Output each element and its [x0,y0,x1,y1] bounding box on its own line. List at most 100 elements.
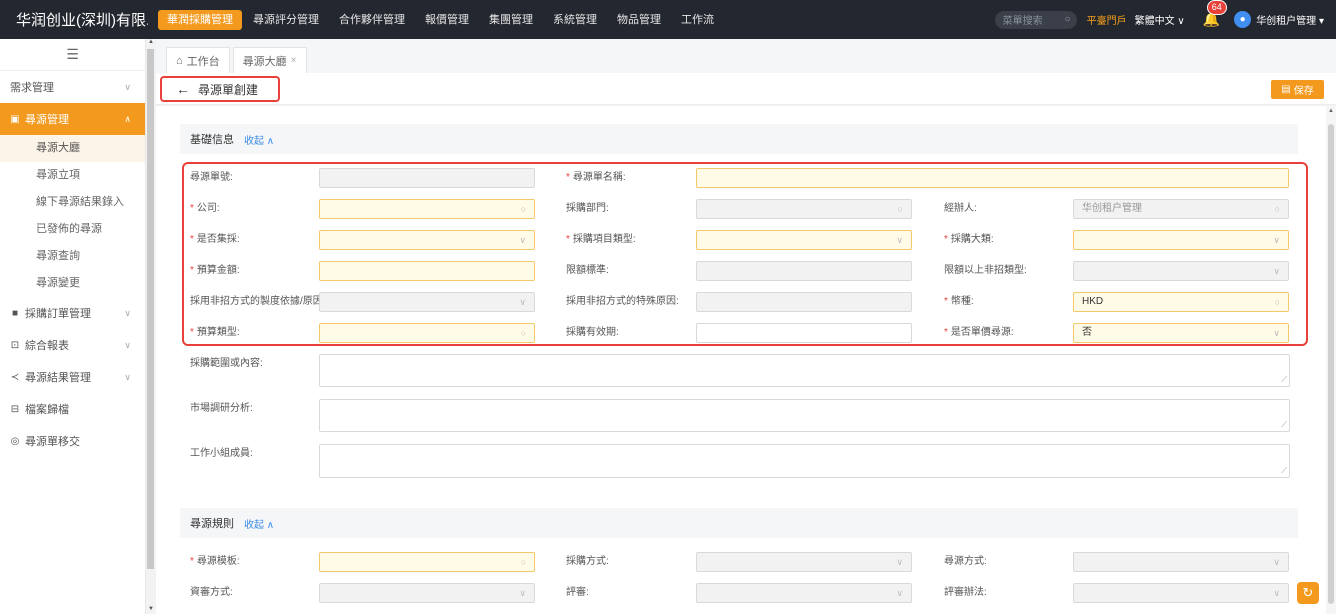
team-textarea[interactable]: ⟋ [319,444,1290,478]
source-method-select[interactable]: ∨ [1073,552,1289,572]
page-title: 尋源單創建 [198,82,259,97]
nav-procurement[interactable]: 華潤採購管理 [158,9,242,30]
resize-grip-icon[interactable]: ⟋ [1281,420,1287,430]
label-company: * 公司: [190,203,220,214]
sidebar-scrollbar[interactable]: ▲ ▼ [146,39,155,614]
label-source-name: * 尋源單名稱: [566,172,626,183]
sidebar-item-transfer[interactable]: ◎ 尋源單移交 [0,425,145,457]
collapse-toggle[interactable]: 收起 ∧ [244,516,274,531]
sidebar-item-label: 需求管理 [10,82,54,94]
label-budget-type: * 預算類型: [190,327,240,338]
search-icon[interactable]: ○ [521,553,526,571]
sidebar-sub-project[interactable]: 尋源立項 [0,162,145,189]
search-icon[interactable]: ○ [1065,14,1071,25]
sidebar-scroll-thumb[interactable] [147,49,154,569]
sidebar-sub-change[interactable]: 尋源變更 [0,270,145,297]
order-icon: ■ [11,307,19,319]
save-button[interactable]: ▤ 保存 [1271,80,1324,99]
back-button[interactable]: ← 尋源單創建 [160,76,280,102]
avatar[interactable]: ● [1234,11,1252,28]
above-limit-select[interactable]: ∨ [1073,261,1289,281]
review-method-select[interactable]: ∨ [1073,583,1289,603]
tab-bar: ⌂ 工作台 尋源大廳 × [156,39,1336,73]
search-icon[interactable]: ○ [521,200,526,218]
sourcing-icon: ▣ [10,113,20,125]
menu-search-input[interactable]: 菜單搜索 ○ [994,10,1077,29]
sidebar-item-reports[interactable]: ⊡ 綜合報表 ∨ [0,329,145,361]
company-select[interactable]: ○ [319,199,535,219]
portal-link[interactable]: 平臺門戶 [1087,12,1127,27]
arrow-left-icon[interactable]: ← [176,81,190,97]
brand-name[interactable]: 华润创业(深圳)有限... [0,9,148,30]
project-type-select[interactable]: ∨ [696,230,912,250]
purchase-method-select[interactable]: ∨ [696,552,912,572]
source-name-input[interactable] [696,168,1289,188]
template-select[interactable]: ○ [319,552,535,572]
centralized-select[interactable]: ∨ [319,230,535,250]
close-icon[interactable]: × [291,55,297,66]
resize-grip-icon[interactable]: ⟋ [1281,375,1287,385]
top-nav: 華潤採購管理 尋源評分管理 合作夥伴管理 報價管理 集團管理 系統管理 物品管理… [148,0,725,39]
search-icon[interactable]: ○ [521,324,526,342]
search-icon[interactable]: ○ [898,200,903,218]
sidebar-item-archive[interactable]: ⊟ 檔案歸檔 [0,393,145,425]
collapse-toggle[interactable]: 收起 ∧ [244,132,274,147]
chevron-down-icon: ∨ [124,371,131,382]
top-bar: 华润创业(深圳)有限... 華潤採購管理 尋源評分管理 合作夥伴管理 報價管理 … [0,0,1336,39]
budget-input[interactable] [319,261,535,281]
dept-select[interactable]: ○ [696,199,912,219]
resize-grip-icon[interactable]: ⟋ [1281,466,1287,476]
section-basic-header: 基礎信息 收起 ∧ [180,124,1298,154]
scroll-up-icon[interactable]: ▲ [1328,108,1334,114]
sidebar-item-demand[interactable]: 需求管理 ∨ [0,71,145,103]
nav-group[interactable]: 集團管理 [480,10,542,30]
sidebar-item-results[interactable]: ≺ 尋源結果管理 ∨ [0,361,145,393]
tab-workbench[interactable]: ⌂ 工作台 [166,47,230,73]
sidebar-item-label: 檔案歸檔 [25,404,69,416]
user-menu[interactable]: 华创租户管理 ▾ [1256,12,1324,27]
language-select[interactable]: 繁體中文 ∨ [1135,12,1185,27]
section-title: 基礎信息 [190,134,234,146]
nav-partners[interactable]: 合作夥伴管理 [330,10,414,30]
page-header: ← 尋源單創建 ▤ 保存 [156,73,1336,105]
handler-field[interactable]: 华创租户管理 ○ [1073,199,1289,219]
nav-items[interactable]: 物品管理 [608,10,670,30]
tab-sourcing-hall[interactable]: 尋源大廳 × [232,47,307,73]
form-content: 基礎信息 收起 ∧ 尋源單號: * 尋源單名稱: * 公司: ○ 採購部門: ○ 經… [156,106,1326,614]
refresh-icon[interactable]: ↻ [1297,582,1319,604]
validity-input[interactable] [696,323,912,343]
nav-workflow[interactable]: 工作流 [672,10,723,30]
currency-select[interactable]: HKD ○ [1073,292,1289,312]
main-scroll-thumb[interactable] [1328,124,1334,604]
sidebar-sub-published[interactable]: 已發佈的尋源 [0,216,145,243]
main-scrollbar[interactable]: ▲ [1326,106,1336,614]
review-select[interactable]: ∨ [696,583,912,603]
menu-collapse-icon[interactable]: ☰ [0,39,145,71]
nav-scoring[interactable]: 尋源評分管理 [244,10,328,30]
non-tender-basis-select[interactable]: ∨ [319,292,535,312]
scroll-up-icon[interactable]: ▲ [148,39,154,45]
sidebar-sub-hall[interactable]: 尋源大廳 [0,135,145,162]
label-category: * 採購大類: [944,234,994,245]
scope-textarea[interactable]: ⟋ [319,354,1290,387]
scroll-down-icon[interactable]: ▼ [148,606,154,612]
nav-quotes[interactable]: 報價管理 [416,10,478,30]
single-source-select[interactable]: 否 ∨ [1073,323,1289,343]
category-select[interactable]: ∨ [1073,230,1289,250]
sidebar-item-sourcing[interactable]: ▣ 尋源管理 ∧ [0,103,145,135]
qualification-select[interactable]: ∨ [319,583,535,603]
nav-system[interactable]: 系統管理 [544,10,606,30]
chevron-down-icon: ∨ [124,339,131,350]
market-textarea[interactable]: ⟋ [319,399,1290,432]
transfer-icon: ◎ [10,435,20,447]
sidebar-sub-offline[interactable]: 線下尋源結果錄入 [0,189,145,216]
bell-icon[interactable]: 🔔 64 [1203,0,1227,28]
search-icon[interactable]: ○ [1275,200,1280,218]
budget-type-select[interactable]: ○ [319,323,535,343]
sidebar-item-orders[interactable]: ■ 採購訂單管理 ∨ [0,297,145,329]
search-icon[interactable]: ○ [1275,293,1280,311]
tab-label: 尋源大廳 [242,55,287,68]
label-qualification: 資審方式: [190,587,233,598]
sidebar: ☰ 需求管理 ∨ ▣ 尋源管理 ∧ 尋源大廳 尋源立項 線下尋源結果錄入 已發佈的… [0,39,146,614]
sidebar-sub-query[interactable]: 尋源查詢 [0,243,145,270]
